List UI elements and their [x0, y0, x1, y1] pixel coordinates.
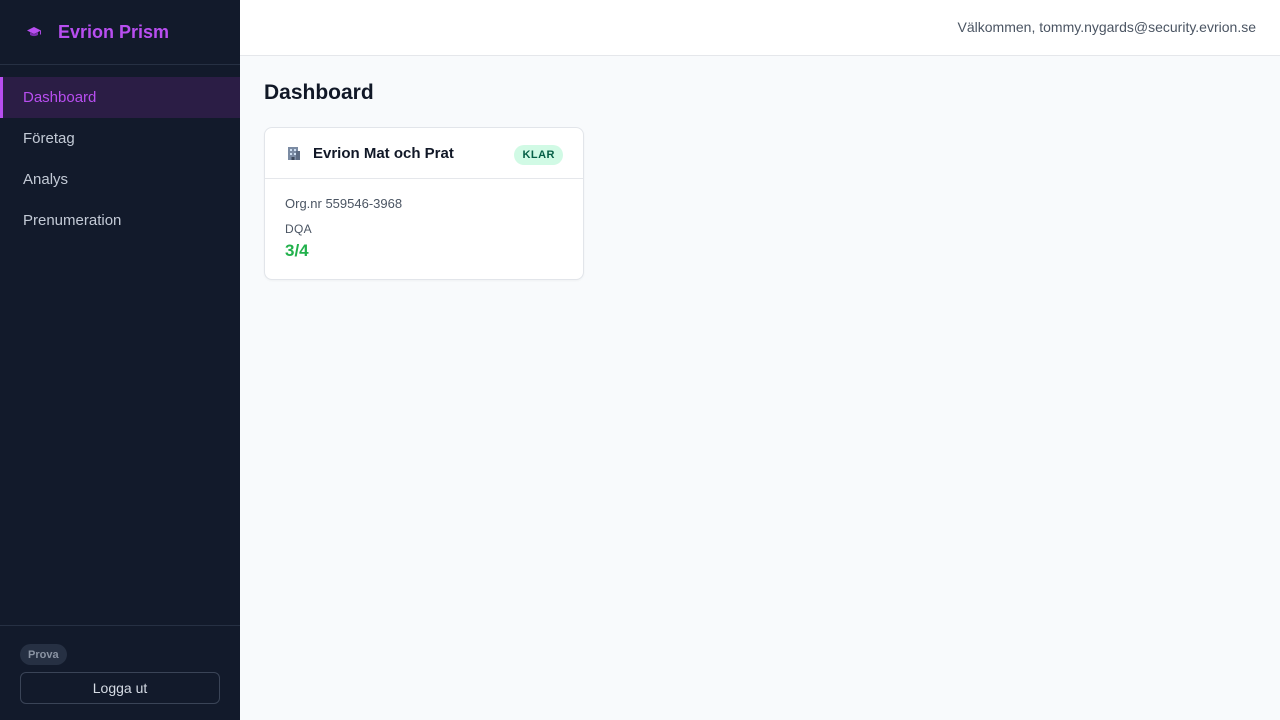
brand-header: Evrion Prism [0, 0, 240, 65]
sidebar-item-prenumeration[interactable]: Prenumeration [0, 200, 240, 241]
dqa-label: DQA [285, 222, 312, 236]
org-number: Org.nr 559546-3968 [285, 196, 403, 211]
brand-name[interactable]: Evrion Prism [58, 22, 169, 43]
card-body: Org.nr 559546-3968 DQA 3/4 [265, 179, 583, 261]
welcome-text: Välkommen, tommy.nygards@security.evrion… [957, 19, 1256, 35]
sidebar-footer: Prova Logga ut [0, 625, 240, 720]
sidebar-nav: Dashboard Företag Analys Prenumeration [0, 77, 240, 241]
sidebar: Evrion Prism Dashboard Företag Analys Pr… [0, 0, 240, 720]
page-title: Dashboard [264, 81, 374, 104]
sidebar-item-dashboard[interactable]: Dashboard [0, 77, 240, 118]
status-badge: KLAR [514, 145, 563, 165]
sidebar-item-analys[interactable]: Analys [0, 159, 240, 200]
sidebar-item-foretag[interactable]: Företag [0, 118, 240, 159]
dqa-value: 3/4 [285, 241, 309, 260]
graduation-cap-icon [26, 24, 42, 40]
plan-badge: Prova [20, 644, 67, 665]
card-header: Evrion Mat och Prat KLAR [265, 128, 583, 179]
top-bar: Välkommen, tommy.nygards@security.evrion… [240, 0, 1280, 56]
company-card[interactable]: Evrion Mat och Prat KLAR Org.nr 559546-3… [264, 127, 584, 280]
company-name: Evrion Mat och Prat [313, 144, 454, 162]
logout-button[interactable]: Logga ut [20, 672, 220, 704]
office-building-icon [287, 146, 301, 160]
